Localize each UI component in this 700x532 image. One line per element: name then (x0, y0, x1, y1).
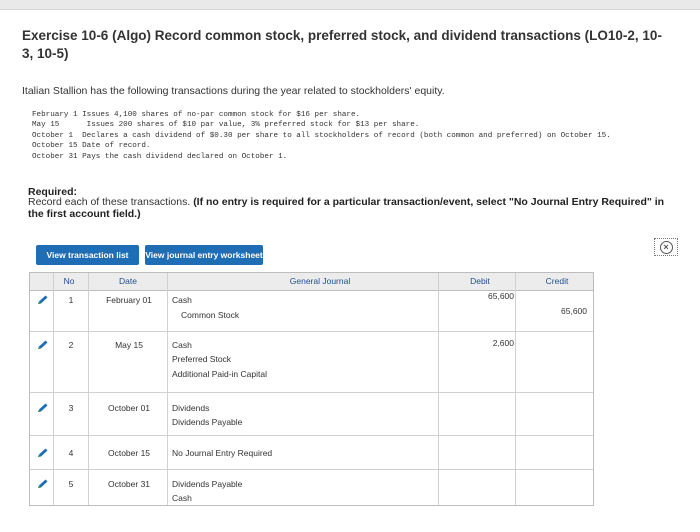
account-field[interactable]: Cash (169, 293, 437, 307)
page-title: Exercise 10-6 (Algo) Record common stock… (22, 28, 662, 61)
required-instructions: Record each of these transactions. (If n… (28, 196, 668, 220)
entry-no: 3 (68, 403, 74, 413)
account-field[interactable]: Dividends (169, 401, 437, 415)
entry-date: October 15 (107, 448, 151, 458)
edit-entry-5-button[interactable] (37, 479, 49, 489)
transaction-line: February 1 Issues 4,100 shares of no-par… (32, 111, 361, 119)
edit-entry-4-button[interactable] (37, 448, 49, 458)
account-field[interactable]: Preferred Stock (169, 352, 437, 366)
pencil-icon (37, 403, 49, 413)
entry-no: 5 (68, 479, 74, 489)
row-divider (30, 469, 593, 470)
journal-table: No Date General Journal Debit Credit 1 F… (29, 272, 594, 506)
close-button[interactable]: × (654, 238, 678, 256)
column-divider (515, 273, 516, 505)
window-top-bar (0, 0, 700, 10)
pencil-icon (37, 448, 49, 458)
transaction-line: October 1 Declares a cash dividend of $0… (32, 131, 611, 140)
account-field[interactable]: Common Stock (169, 308, 437, 322)
edit-entry-3-button[interactable] (37, 403, 49, 413)
column-divider (88, 273, 89, 505)
pencil-icon (37, 479, 49, 489)
column-divider (53, 273, 54, 505)
pencil-icon (37, 295, 49, 305)
intro-text: Italian Stallion has the following trans… (22, 85, 445, 97)
entry-no: 2 (68, 340, 74, 350)
entry-date: May 15 (115, 340, 143, 350)
account-field[interactable]: Cash (169, 491, 437, 505)
transaction-line: October 15 Date of record. (32, 142, 151, 151)
header-debit: Debit (470, 276, 490, 286)
credit-field[interactable]: 65,600 (535, 304, 590, 318)
entry-date: October 31 (107, 479, 151, 489)
account-field[interactable]: Cash (169, 338, 437, 352)
transaction-line: May 15 Issues 200 shares of $10 par valu… (32, 121, 420, 130)
row-divider (30, 435, 593, 436)
entry-date: February 01 (106, 295, 152, 305)
row-divider (30, 392, 593, 393)
entry-date: October 01 (107, 403, 151, 413)
transaction-line: October 31 Pays the cash dividend declar… (32, 152, 288, 161)
edit-entry-1-button[interactable] (37, 295, 49, 305)
edit-entry-2-button[interactable] (37, 340, 49, 350)
column-divider (438, 273, 439, 505)
header-credit: Credit (545, 276, 569, 286)
row-divider (30, 331, 593, 332)
header-date: Date (119, 276, 137, 286)
view-journal-entry-worksheet-button[interactable]: View journal entry worksheet (145, 245, 263, 265)
close-icon: × (659, 240, 673, 254)
debit-field[interactable]: 65,600 (462, 289, 517, 303)
account-field[interactable]: Dividends Payable (169, 477, 437, 491)
entry-no: 4 (68, 448, 74, 458)
required-text: Record each of these transactions. (28, 196, 191, 208)
account-field[interactable]: Dividends Payable (169, 415, 437, 429)
transaction-list: February 1 Issues 4,100 shares of no-par… (32, 110, 672, 162)
entry-no: 1 (68, 295, 74, 305)
account-field[interactable]: Additional Paid-in Capital (169, 367, 437, 381)
view-transaction-list-button[interactable]: View transaction list (36, 245, 139, 265)
account-field[interactable]: No Journal Entry Required (169, 446, 437, 460)
debit-field[interactable]: 2,600 (462, 336, 517, 350)
header-general-journal: General Journal (289, 276, 351, 286)
column-divider (167, 273, 168, 505)
pencil-icon (37, 340, 49, 350)
